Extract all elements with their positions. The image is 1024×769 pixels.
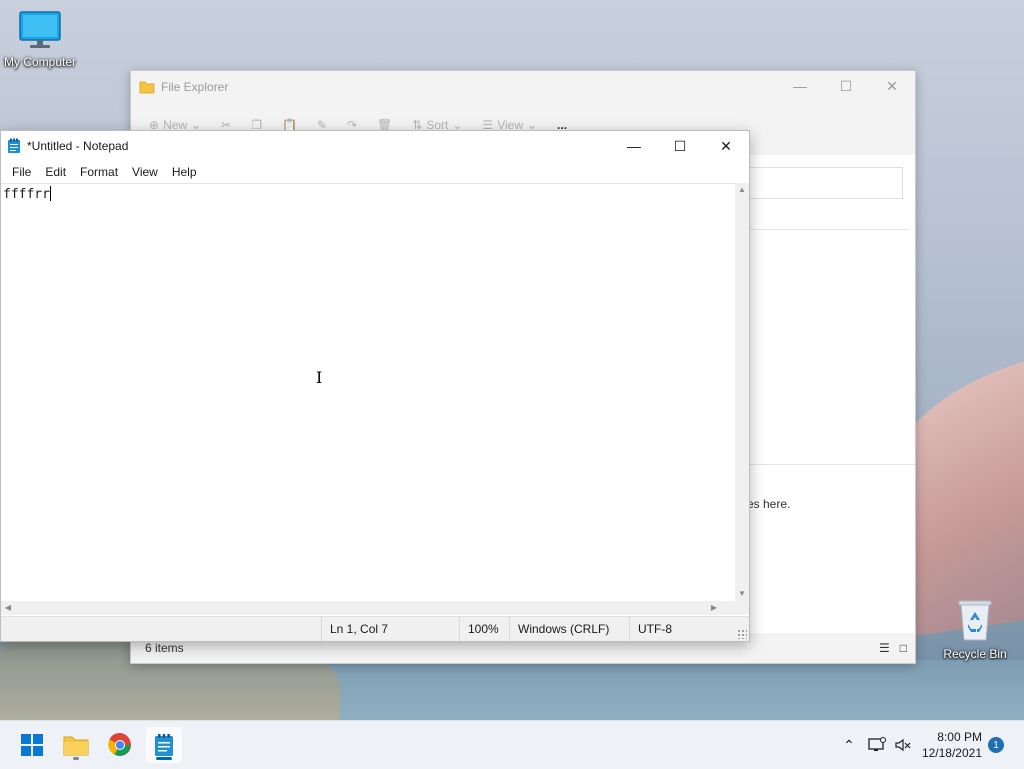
monitor-icon: [19, 11, 61, 48]
active-indicator: [156, 757, 172, 760]
maximize-button[interactable]: ☐: [823, 71, 869, 101]
minimize-button[interactable]: —: [611, 131, 657, 161]
details-view-icon[interactable]: ☰: [879, 641, 890, 655]
maximize-button[interactable]: ☐: [657, 131, 703, 161]
item-count: 6 items: [145, 641, 184, 655]
tiles-view-icon[interactable]: □: [900, 641, 907, 655]
recycle-bin-icon: [958, 600, 992, 641]
desktop-icon-recycle-bin[interactable]: Recycle Bin: [935, 598, 1015, 661]
divider: [749, 464, 915, 465]
taskbar-notepad[interactable]: [146, 727, 182, 763]
menu-bar: File Edit Format View Help: [1, 161, 749, 183]
folder-icon: [63, 736, 89, 756]
desktop-icon-label: My Computer: [3, 55, 77, 69]
menu-file[interactable]: File: [5, 165, 38, 179]
monitor-network-icon: [868, 737, 886, 751]
notepad-title: *Untitled - Notepad: [27, 139, 129, 153]
search-box[interactable]: [749, 167, 903, 199]
scroll-left-arrow-icon[interactable]: ◀: [1, 601, 15, 615]
desktop-icon-my-computer[interactable]: My Computer: [0, 10, 80, 69]
resize-grip-icon[interactable]: [737, 629, 747, 639]
start-button[interactable]: [14, 727, 50, 763]
menu-view[interactable]: View: [125, 165, 165, 179]
speaker-muted-icon: [895, 738, 911, 752]
menu-edit[interactable]: Edit: [38, 165, 73, 179]
network-icon[interactable]: [866, 721, 888, 769]
scroll-up-arrow-icon[interactable]: ▲: [735, 183, 749, 197]
scroll-down-arrow-icon[interactable]: ▼: [735, 587, 749, 601]
taskbar-chrome[interactable]: [102, 727, 138, 763]
clock-time: 8:00 PM: [937, 730, 982, 744]
status-spacer: [1, 617, 321, 641]
menu-help[interactable]: Help: [165, 165, 204, 179]
running-indicator: [73, 757, 79, 760]
close-button[interactable]: ✕: [869, 71, 915, 101]
zoom-level: 100%: [459, 617, 509, 641]
volume-icon[interactable]: [892, 721, 914, 769]
vertical-scrollbar[interactable]: ▲ ▼: [735, 183, 749, 601]
desktop-icon-label: Recycle Bin: [943, 647, 1007, 661]
cursor-position: Ln 1, Col 7: [321, 617, 459, 641]
editor-text: ffffrr: [3, 187, 50, 202]
divider: [749, 229, 909, 230]
show-hidden-icons-button[interactable]: ⌃: [838, 721, 860, 769]
empty-folder-text: es here.: [747, 497, 791, 511]
taskbar: ⌃ 8:00 PM 12/18/2021 1: [0, 720, 1024, 769]
text-caret: [49, 186, 51, 201]
file-explorer-titlebar[interactable]: File Explorer — ☐ ✕: [131, 71, 915, 103]
minimize-button[interactable]: —: [777, 71, 823, 101]
taskbar-file-explorer[interactable]: [58, 727, 94, 763]
chevron-up-icon: ⌃: [843, 736, 855, 753]
notepad-titlebar[interactable]: *Untitled - Notepad — ☐ ✕: [1, 131, 749, 161]
mouse-cursor-ibeam-icon: I: [316, 368, 323, 387]
notepad-statusbar: Ln 1, Col 7 100% Windows (CRLF) UTF-8: [1, 616, 749, 641]
notepad-icon: [155, 734, 173, 756]
horizontal-scrollbar[interactable]: ◀ ▶: [1, 601, 735, 615]
windows-logo-icon: [21, 734, 43, 756]
encoding: UTF-8: [629, 617, 747, 641]
folder-icon: [139, 81, 155, 94]
clock[interactable]: 8:00 PM 12/18/2021: [922, 729, 982, 761]
file-explorer-title: File Explorer: [161, 80, 229, 94]
chrome-icon: [108, 733, 131, 756]
menu-format[interactable]: Format: [73, 165, 125, 179]
line-ending: Windows (CRLF): [509, 617, 629, 641]
notepad-icon: [8, 138, 20, 153]
notification-badge[interactable]: 1: [988, 737, 1004, 753]
notepad-window[interactable]: *Untitled - Notepad — ☐ ✕ File Edit Form…: [0, 130, 750, 642]
scrollbar-corner: [735, 601, 749, 615]
text-editor[interactable]: ffffrr: [1, 183, 735, 601]
close-button[interactable]: ✕: [703, 131, 749, 161]
clock-date: 12/18/2021: [921, 746, 982, 760]
scroll-right-arrow-icon[interactable]: ▶: [707, 601, 721, 615]
